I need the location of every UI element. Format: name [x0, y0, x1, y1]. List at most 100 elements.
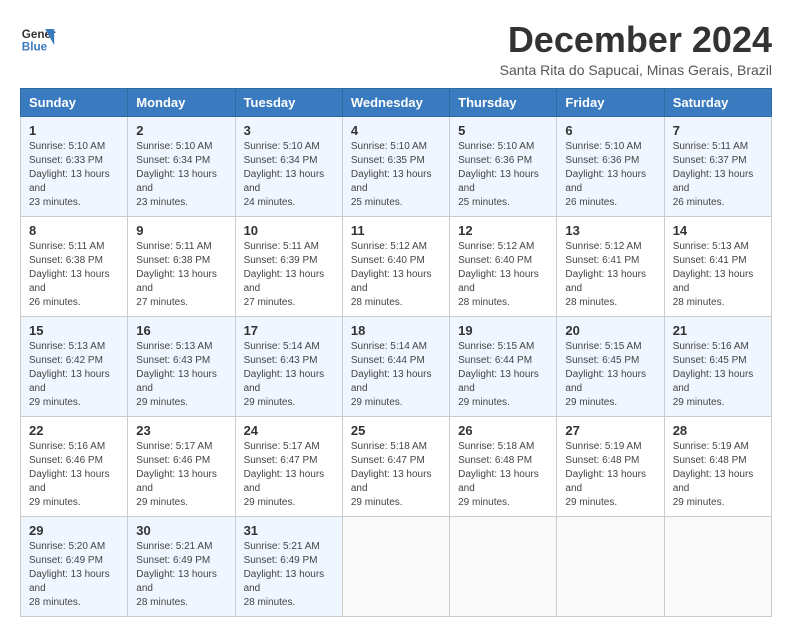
week-row-3: 15 Sunrise: 5:13 AMSunset: 6:42 PMDayligh… — [21, 316, 772, 416]
logo-icon: General Blue — [20, 20, 56, 56]
day-number: 15 — [29, 323, 119, 338]
day-number: 24 — [244, 423, 334, 438]
day-info: Sunrise: 5:10 AMSunset: 6:36 PMDaylight:… — [458, 141, 539, 208]
calendar-cell — [664, 516, 771, 616]
day-number: 19 — [458, 323, 548, 338]
page-header: General Blue December 2024 Santa Rita do… — [20, 20, 772, 78]
calendar-cell — [557, 516, 664, 616]
day-number: 27 — [565, 423, 655, 438]
day-info: Sunrise: 5:10 AMSunset: 6:33 PMDaylight:… — [29, 141, 110, 208]
weekday-header-row: SundayMondayTuesdayWednesdayThursdayFrid… — [21, 88, 772, 116]
day-info: Sunrise: 5:13 AMSunset: 6:43 PMDaylight:… — [136, 341, 217, 408]
day-info: Sunrise: 5:14 AMSunset: 6:43 PMDaylight:… — [244, 341, 325, 408]
day-number: 25 — [351, 423, 441, 438]
day-number: 5 — [458, 123, 548, 138]
day-number: 1 — [29, 123, 119, 138]
weekday-header-tuesday: Tuesday — [235, 88, 342, 116]
day-number: 28 — [673, 423, 763, 438]
calendar-cell — [450, 516, 557, 616]
day-number: 14 — [673, 223, 763, 238]
calendar-cell: 12 Sunrise: 5:12 AMSunset: 6:40 PMDayligh… — [450, 216, 557, 316]
day-info: Sunrise: 5:14 AMSunset: 6:44 PMDaylight:… — [351, 341, 432, 408]
calendar-cell: 8 Sunrise: 5:11 AMSunset: 6:38 PMDaylight… — [21, 216, 128, 316]
calendar-cell: 22 Sunrise: 5:16 AMSunset: 6:46 PMDayligh… — [21, 416, 128, 516]
day-number: 4 — [351, 123, 441, 138]
weekday-header-wednesday: Wednesday — [342, 88, 449, 116]
day-number: 17 — [244, 323, 334, 338]
day-info: Sunrise: 5:11 AMSunset: 6:38 PMDaylight:… — [136, 241, 217, 308]
calendar-cell: 5 Sunrise: 5:10 AMSunset: 6:36 PMDaylight… — [450, 116, 557, 216]
day-number: 22 — [29, 423, 119, 438]
day-number: 20 — [565, 323, 655, 338]
day-number: 31 — [244, 523, 334, 538]
weekday-header-sunday: Sunday — [21, 88, 128, 116]
svg-text:Blue: Blue — [22, 41, 48, 54]
day-info: Sunrise: 5:19 AMSunset: 6:48 PMDaylight:… — [565, 441, 646, 508]
calendar-cell: 16 Sunrise: 5:13 AMSunset: 6:43 PMDayligh… — [128, 316, 235, 416]
week-row-1: 1 Sunrise: 5:10 AMSunset: 6:33 PMDaylight… — [21, 116, 772, 216]
day-number: 2 — [136, 123, 226, 138]
day-info: Sunrise: 5:10 AMSunset: 6:36 PMDaylight:… — [565, 141, 646, 208]
day-number: 18 — [351, 323, 441, 338]
calendar-cell: 2 Sunrise: 5:10 AMSunset: 6:34 PMDaylight… — [128, 116, 235, 216]
day-number: 3 — [244, 123, 334, 138]
calendar-cell: 14 Sunrise: 5:13 AMSunset: 6:41 PMDayligh… — [664, 216, 771, 316]
day-number: 13 — [565, 223, 655, 238]
calendar-cell: 23 Sunrise: 5:17 AMSunset: 6:46 PMDayligh… — [128, 416, 235, 516]
day-number: 16 — [136, 323, 226, 338]
calendar-cell: 10 Sunrise: 5:11 AMSunset: 6:39 PMDayligh… — [235, 216, 342, 316]
day-info: Sunrise: 5:18 AMSunset: 6:47 PMDaylight:… — [351, 441, 432, 508]
day-info: Sunrise: 5:13 AMSunset: 6:41 PMDaylight:… — [673, 241, 754, 308]
day-info: Sunrise: 5:11 AMSunset: 6:38 PMDaylight:… — [29, 241, 110, 308]
day-info: Sunrise: 5:11 AMSunset: 6:39 PMDaylight:… — [244, 241, 325, 308]
calendar-cell: 7Sunrise: 5:11 AMSunset: 6:37 PMDaylight… — [664, 116, 771, 216]
day-number: 23 — [136, 423, 226, 438]
day-info: Sunrise: 5:20 AMSunset: 6:49 PMDaylight:… — [29, 541, 110, 608]
day-number: 8 — [29, 223, 119, 238]
day-info: Sunrise: 5:10 AMSunset: 6:34 PMDaylight:… — [136, 141, 217, 208]
calendar-cell: 29 Sunrise: 5:20 AMSunset: 6:49 PMDayligh… — [21, 516, 128, 616]
calendar-cell: 24 Sunrise: 5:17 AMSunset: 6:47 PMDayligh… — [235, 416, 342, 516]
weekday-header-monday: Monday — [128, 88, 235, 116]
calendar-cell: 25 Sunrise: 5:18 AMSunset: 6:47 PMDayligh… — [342, 416, 449, 516]
weekday-header-friday: Friday — [557, 88, 664, 116]
calendar-cell: 13Sunrise: 5:12 AMSunset: 6:41 PMDayligh… — [557, 216, 664, 316]
day-info: Sunrise: 5:16 AMSunset: 6:45 PMDaylight:… — [673, 341, 754, 408]
day-number: 12 — [458, 223, 548, 238]
calendar-header: SundayMondayTuesdayWednesdayThursdayFrid… — [21, 88, 772, 116]
day-info: Sunrise: 5:21 AMSunset: 6:49 PMDaylight:… — [244, 541, 325, 608]
calendar-cell: 6 Sunrise: 5:10 AMSunset: 6:36 PMDaylight… — [557, 116, 664, 216]
day-info: Sunrise: 5:17 AMSunset: 6:46 PMDaylight:… — [136, 441, 217, 508]
weekday-header-saturday: Saturday — [664, 88, 771, 116]
month-title: December 2024 — [500, 20, 772, 60]
calendar-cell: 20Sunrise: 5:15 AMSunset: 6:45 PMDayligh… — [557, 316, 664, 416]
day-info: Sunrise: 5:16 AMSunset: 6:46 PMDaylight:… — [29, 441, 110, 508]
day-info: Sunrise: 5:10 AMSunset: 6:35 PMDaylight:… — [351, 141, 432, 208]
day-number: 26 — [458, 423, 548, 438]
day-info: Sunrise: 5:18 AMSunset: 6:48 PMDaylight:… — [458, 441, 539, 508]
calendar-cell: 30 Sunrise: 5:21 AMSunset: 6:49 PMDayligh… — [128, 516, 235, 616]
calendar-cell: 4 Sunrise: 5:10 AMSunset: 6:35 PMDaylight… — [342, 116, 449, 216]
calendar-cell: 27 Sunrise: 5:19 AMSunset: 6:48 PMDayligh… — [557, 416, 664, 516]
week-row-2: 8 Sunrise: 5:11 AMSunset: 6:38 PMDaylight… — [21, 216, 772, 316]
calendar-cell — [342, 516, 449, 616]
day-info: Sunrise: 5:12 AMSunset: 6:40 PMDaylight:… — [458, 241, 539, 308]
day-info: Sunrise: 5:21 AMSunset: 6:49 PMDaylight:… — [136, 541, 217, 608]
week-row-5: 29 Sunrise: 5:20 AMSunset: 6:49 PMDayligh… — [21, 516, 772, 616]
day-number: 10 — [244, 223, 334, 238]
day-info: Sunrise: 5:13 AMSunset: 6:42 PMDaylight:… — [29, 341, 110, 408]
day-number: 11 — [351, 223, 441, 238]
calendar-cell: 1 Sunrise: 5:10 AMSunset: 6:33 PMDaylight… — [21, 116, 128, 216]
calendar-cell: 31 Sunrise: 5:21 AMSunset: 6:49 PMDayligh… — [235, 516, 342, 616]
calendar-cell: 15 Sunrise: 5:13 AMSunset: 6:42 PMDayligh… — [21, 316, 128, 416]
day-number: 6 — [565, 123, 655, 138]
day-info: Sunrise: 5:10 AMSunset: 6:34 PMDaylight:… — [244, 141, 325, 208]
week-row-4: 22 Sunrise: 5:16 AMSunset: 6:46 PMDayligh… — [21, 416, 772, 516]
calendar-cell: 19Sunrise: 5:15 AMSunset: 6:44 PMDayligh… — [450, 316, 557, 416]
calendar-cell: 26 Sunrise: 5:18 AMSunset: 6:48 PMDayligh… — [450, 416, 557, 516]
day-number: 29 — [29, 523, 119, 538]
day-number: 30 — [136, 523, 226, 538]
day-info: Sunrise: 5:17 AMSunset: 6:47 PMDaylight:… — [244, 441, 325, 508]
day-info: Sunrise: 5:12 AMSunset: 6:40 PMDaylight:… — [351, 241, 432, 308]
calendar-cell: 9Sunrise: 5:11 AMSunset: 6:38 PMDaylight… — [128, 216, 235, 316]
